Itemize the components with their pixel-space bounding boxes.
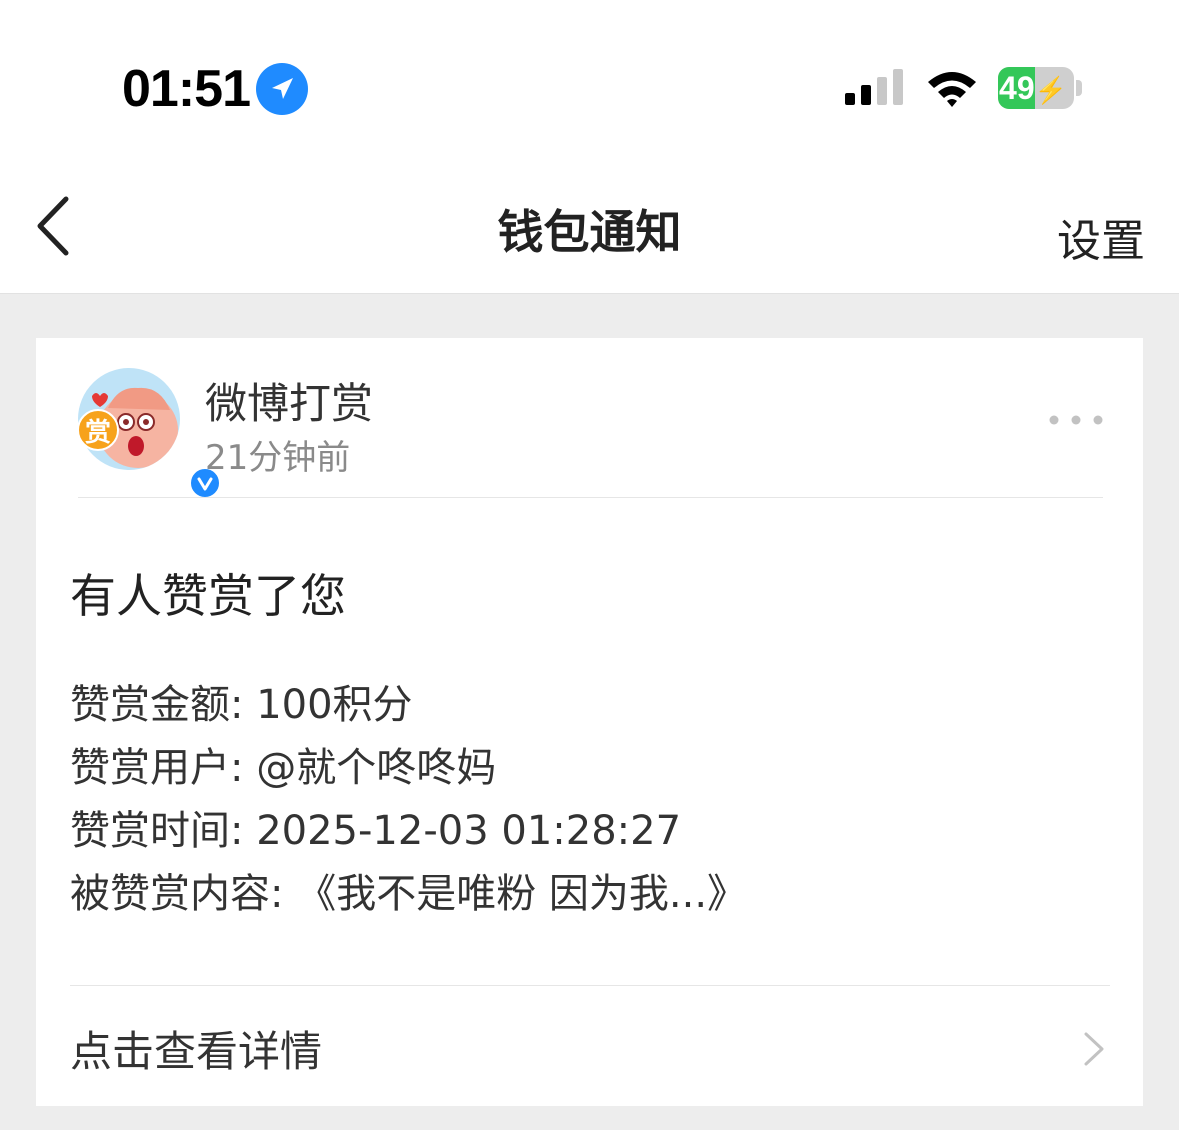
status-bar: 01:51 49⚡ xyxy=(0,0,1179,150)
reward-time: 赞赏时间: 2025-12-03 01:28:27 xyxy=(70,808,682,854)
message-title: 有人赞赏了您 xyxy=(70,569,346,623)
view-details-link[interactable]: 点击查看详情 xyxy=(36,986,1143,1106)
more-options-icon[interactable] xyxy=(1046,410,1106,430)
avatar-badge-label: 赏 xyxy=(84,418,111,448)
rewarded-content: 被赞赏内容: 《我不是唯粉 因为我...》 xyxy=(70,871,748,917)
location-arrow-icon xyxy=(256,63,308,115)
message-details: 赞赏金额: 100积分 赞赏用户: @就个咚咚妈 赞赏时间: 2025-12-0… xyxy=(70,674,747,926)
view-details-label: 点击查看详情 xyxy=(70,1027,323,1076)
notification-card: 赏 微博打赏 21分钟前 有人赞赏了您 赞赏金额: 100积分 赞赏用户: @就… xyxy=(36,338,1143,1106)
settings-button[interactable]: 设置 xyxy=(1057,205,1145,269)
battery-charging-icon: 49⚡ xyxy=(998,67,1074,109)
battery-level: 49⚡ xyxy=(999,70,1067,106)
nav-bar: 钱包通知 设置 xyxy=(0,150,1179,294)
sender-name[interactable]: 微博打赏 xyxy=(205,370,373,431)
chevron-right-icon xyxy=(1084,1032,1104,1066)
message-time: 21分钟前 xyxy=(205,438,351,478)
avatar[interactable]: 赏 xyxy=(77,368,222,500)
cellular-signal-icon xyxy=(845,69,903,105)
divider xyxy=(78,497,1103,498)
reward-amount: 赞赏金额: 100积分 xyxy=(70,682,413,728)
battery-tip xyxy=(1076,80,1082,96)
reward-user: 赞赏用户: @就个咚咚妈 xyxy=(70,745,497,791)
status-time: 01:51 xyxy=(122,60,251,118)
wifi-icon xyxy=(928,72,976,107)
page-title: 钱包通知 xyxy=(497,205,682,259)
